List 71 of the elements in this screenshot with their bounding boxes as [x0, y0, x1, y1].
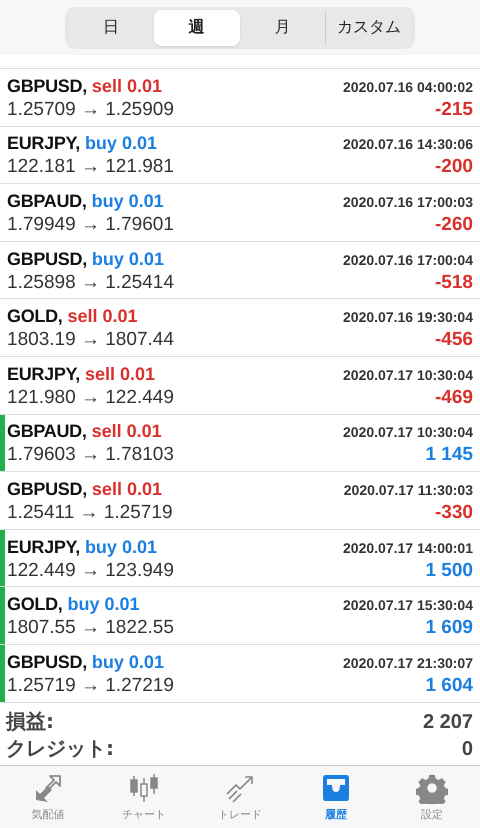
price-change: 1.25709 → 1.25909 — [7, 98, 174, 121]
symbol-label: EURJPY, — [7, 364, 80, 385]
price-change: 1.79603 → 1.78103 — [7, 444, 174, 466]
profit-value: -200 — [434, 156, 473, 178]
symbol-label: GBPUSD, — [7, 76, 87, 97]
candlestick-icon — [128, 772, 160, 804]
trade-time: 2020.07.17 10:30:04 — [343, 424, 473, 440]
trade-time: 2020.07.16 04:00:02 — [343, 78, 473, 95]
price-change: 1.25898 → 1.25414 — [7, 272, 174, 294]
order-type-label: sell 0.01 — [92, 76, 162, 97]
trade-time: 2020.07.17 15:30:04 — [343, 597, 473, 614]
profit-value: -518 — [434, 272, 473, 294]
tab-bar-item[interactable]: 設定 — [384, 766, 480, 828]
symbol-label: GOLD, — [7, 306, 62, 328]
trade-time: 2020.07.17 10:30:04 — [343, 366, 473, 383]
symbol-label: EURJPY, — [7, 133, 80, 154]
tab-bar-item[interactable]: 履歴 — [288, 766, 384, 828]
profit-value: 1 609 — [425, 617, 473, 640]
tab-bar-item[interactable]: チャート — [96, 766, 192, 828]
symbol-label: GOLD, — [7, 594, 62, 616]
profit-value: -456 — [434, 329, 473, 352]
profit-value: -330 — [434, 502, 473, 524]
order-type-label: buy 0.01 — [84, 536, 157, 558]
summary-value: 2 207 — [422, 710, 473, 734]
order-type-label: buy 0.01 — [92, 190, 164, 212]
inbox-icon — [320, 772, 352, 804]
period-tab[interactable]: 週 — [154, 10, 240, 46]
symbol-label: EURJPY, — [7, 536, 80, 558]
symbol-label: GBPAUD, — [7, 421, 87, 442]
profit-value: 1 500 — [425, 560, 473, 582]
price-change: 1.79949 → 1.79601 — [7, 214, 174, 236]
order-type-label: sell 0.01 — [92, 421, 162, 442]
price-change: 122.449 → 123.949 — [7, 560, 174, 582]
symbol-label: GBPUSD, — [7, 478, 87, 500]
order-type-label: buy 0.01 — [84, 133, 157, 154]
symbol-label: GBPUSD, — [7, 652, 87, 673]
price-change: 1807.55 → 1822.55 — [7, 617, 174, 640]
trade-time: 2020.07.16 17:00:03 — [343, 194, 473, 210]
period-tab[interactable]: カスタム — [325, 10, 412, 46]
trade-time: 2020.07.17 21:30:07 — [343, 654, 473, 671]
price-change: 1.25411 → 1.25719 — [7, 502, 173, 524]
profit-value: 1 145 — [425, 444, 473, 466]
trade-time: 2020.07.16 14:30:06 — [343, 136, 473, 152]
profit-value: -215 — [434, 98, 473, 121]
symbol-label: GBPAUD, — [7, 190, 87, 212]
order-type-label: sell 0.01 — [84, 364, 155, 385]
summary-value: 0 — [462, 738, 473, 761]
trade-time: 2020.07.17 11:30:03 — [344, 482, 473, 498]
period-tab[interactable]: 月 — [240, 10, 326, 46]
price-change: 1.25719 → 1.27219 — [7, 674, 174, 697]
profit-value: -260 — [434, 214, 473, 236]
profit-value: -469 — [434, 386, 473, 409]
order-type-label: sell 0.01 — [92, 478, 162, 500]
price-change: 1803.19 → 1807.44 — [7, 329, 174, 352]
profit-value: 1 604 — [425, 674, 473, 697]
summary-label: クレジット: — [6, 734, 114, 762]
tab-bar-item[interactable]: トレード — [192, 766, 288, 828]
trade-time: 2020.07.16 17:00:04 — [343, 252, 473, 268]
order-type-label: sell 0.01 — [68, 306, 138, 328]
trade-time: 2020.07.17 14:00:01 — [343, 540, 473, 556]
tab-bar-item[interactable]: 気配値 — [0, 766, 96, 828]
price-change: 122.181 → 121.981 — [7, 156, 174, 178]
trade-time: 2020.07.16 19:30:04 — [343, 309, 473, 326]
settings-icon — [416, 772, 448, 804]
price-change: 121.980 → 122.449 — [7, 386, 174, 409]
summary-label: 損益: — [6, 708, 54, 735]
period-tab[interactable]: 日 — [68, 10, 154, 46]
symbol-label: GBPUSD, — [7, 248, 87, 270]
order-type-label: buy 0.01 — [92, 652, 164, 673]
order-type-label: buy 0.01 — [68, 594, 140, 616]
order-type-label: buy 0.01 — [92, 248, 164, 270]
